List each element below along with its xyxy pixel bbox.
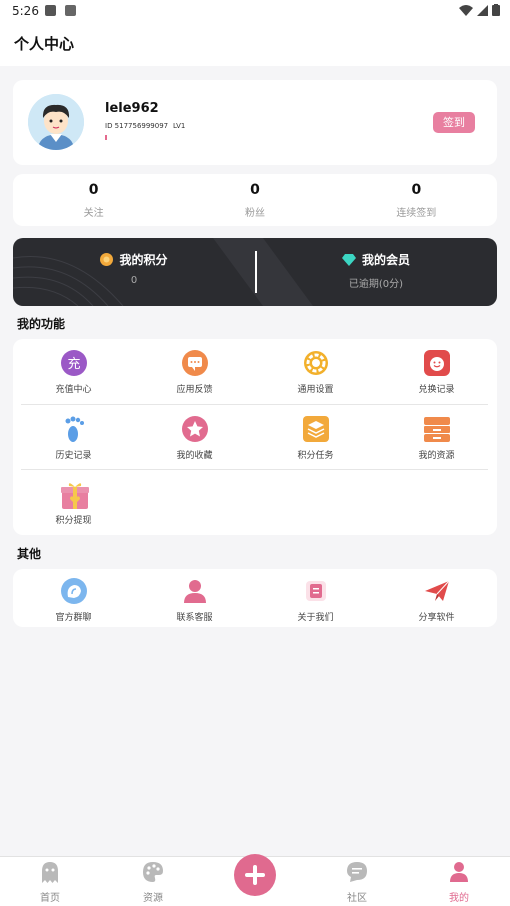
gift-icon [60, 483, 89, 509]
vip-title: 我的会员 [361, 253, 410, 267]
user-level: LV1 [173, 122, 186, 130]
grid-item-label: 我的资源 [418, 451, 455, 461]
exchange-icon [423, 350, 450, 376]
tab-mine[interactable]: 我的 [429, 861, 489, 904]
user-id: ID 517756999097 [105, 122, 169, 130]
tab-label: 首页 [40, 893, 60, 904]
grid-item-label: 我的收藏 [176, 451, 213, 461]
grid-item-history[interactable]: 历史记录 [13, 415, 134, 461]
grid-item-feedback[interactable]: 应用反馈 [134, 349, 255, 395]
grid-item-label: 兑换记录 [418, 385, 455, 395]
svg-text:充: 充 [67, 356, 80, 372]
status-icons [459, 4, 500, 16]
level-progress-mark [105, 135, 107, 140]
grid-item-favorites[interactable]: 我的收藏 [134, 415, 255, 461]
page-header: 个人中心 [0, 22, 510, 66]
username: lele962 [105, 101, 159, 116]
avatar[interactable] [28, 94, 84, 150]
other-section-title: 其他 [17, 547, 42, 561]
gear-icon [303, 351, 328, 375]
page-title: 个人中心 [14, 35, 75, 53]
my-points[interactable]: 我的积分 0 [13, 238, 255, 306]
grid-item-exchange[interactable]: 兑换记录 [376, 349, 497, 395]
grid-divider [21, 469, 488, 470]
stat-label: 粉丝 [244, 208, 265, 219]
signin-button[interactable]: 签到 [433, 112, 475, 133]
tab-community[interactable]: 社区 [327, 861, 387, 904]
add-post-button[interactable] [234, 854, 276, 896]
grid-item-point-tasks[interactable]: 积分任务 [255, 415, 376, 461]
grid-item-label: 充值中心 [55, 385, 92, 395]
tab-resources[interactable]: 资源 [123, 861, 183, 904]
bottom-tab-bar: 首页 资源 社区 我的 [0, 854, 510, 906]
functions-section-title: 我的功能 [17, 317, 66, 331]
group-chat-icon [60, 578, 87, 604]
other-item-customer-service[interactable]: 联系客服 [134, 577, 255, 623]
grid-item-my-resources[interactable]: 我的资源 [376, 415, 497, 461]
feedback-icon [181, 350, 208, 376]
stat-fans[interactable]: 0 粉丝 [174, 174, 335, 226]
app-notification-icon [65, 5, 76, 16]
ghost-icon [42, 862, 58, 883]
other-item-group-chat[interactable]: 官方群聊 [13, 577, 134, 623]
palette-icon [143, 862, 163, 882]
other-card: 官方群聊 联系客服 关于我们 分享软件 [13, 569, 497, 627]
points-value: 0 [130, 275, 138, 286]
stat-signin-streak[interactable]: 0 连续签到 [336, 174, 497, 226]
grid-item-withdraw[interactable]: 积分提现 [13, 480, 134, 526]
about-icon [305, 581, 326, 601]
user-service-icon [183, 580, 206, 603]
grid-divider [21, 404, 488, 405]
paper-plane-icon [424, 580, 449, 601]
notification-icon [45, 5, 56, 16]
status-bar: 5:26 [0, 0, 510, 22]
other-item-share[interactable]: 分享软件 [376, 577, 497, 623]
grid-item-label: 历史记录 [55, 451, 92, 461]
stat-label: 连续签到 [396, 208, 437, 219]
profile-card[interactable]: lele962 ID 517756999097 LV1 签到 [13, 80, 497, 165]
points-title: 我的积分 [119, 253, 168, 267]
my-vip[interactable]: 我的会员 已逾期(0分) [255, 238, 497, 306]
grid-item-label: 分享软件 [418, 613, 455, 623]
tab-label: 社区 [347, 893, 367, 904]
diamond-icon [341, 253, 356, 266]
grid-item-label: 积分任务 [297, 451, 334, 461]
grid-item-label: 积分提现 [55, 516, 92, 526]
drawer-icon [423, 417, 450, 442]
grid-item-label: 关于我们 [297, 613, 334, 623]
grid-item-label: 联系客服 [176, 613, 213, 623]
status-time: 5:26 [12, 4, 39, 18]
grid-item-label: 通用设置 [297, 385, 334, 395]
stat-value: 0 [411, 182, 422, 198]
grid-item-recharge[interactable]: 充 充值中心 [13, 349, 134, 395]
wifi-icon [459, 4, 473, 16]
grid-item-label: 官方群聊 [55, 613, 92, 623]
tab-label: 我的 [449, 893, 469, 904]
stat-label: 关注 [83, 208, 104, 219]
grid-item-settings[interactable]: 通用设置 [255, 349, 376, 395]
battery-icon [492, 4, 500, 16]
person-icon [450, 862, 468, 882]
stat-value: 0 [88, 182, 99, 198]
functions-card: 充 充值中心 应用反馈 通用设置 兑换记录 历史记录 我的收藏 积分任务 我的资… [13, 339, 497, 535]
tab-home[interactable]: 首页 [20, 861, 80, 904]
layers-icon [302, 416, 329, 442]
coin-icon [100, 253, 114, 266]
vip-status: 已逾期(0分) [348, 279, 404, 290]
tab-label: 资源 [143, 893, 163, 904]
points-vip-card: 我的积分 0 我的会员 已逾期(0分) [13, 238, 497, 306]
signal-icon [477, 4, 488, 16]
grid-item-label: 应用反馈 [176, 385, 213, 395]
stat-value: 0 [250, 182, 260, 198]
avatar-image [28, 94, 84, 150]
other-item-about[interactable]: 关于我们 [255, 577, 376, 623]
footprint-icon [65, 416, 84, 442]
plus-icon [245, 865, 265, 885]
stat-following[interactable]: 0 关注 [13, 174, 174, 226]
recharge-icon: 充 [60, 350, 87, 376]
chat-bubble-icon [347, 862, 367, 882]
stats-card: 0 关注 0 粉丝 0 连续签到 [13, 174, 497, 226]
star-icon [181, 416, 208, 442]
